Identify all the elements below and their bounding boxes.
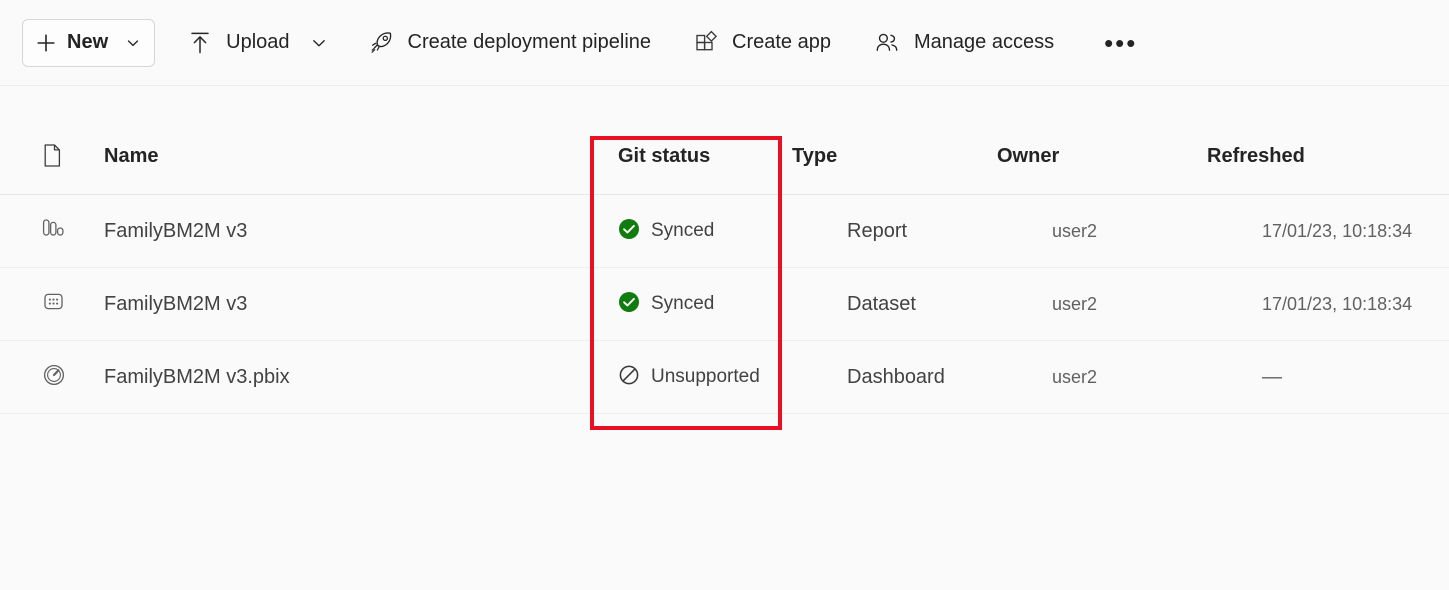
row-name[interactable]: FamilyBM2M v3.pbix [104,366,590,389]
row-owner: user2 [997,294,1207,315]
upload-button-label: Upload [226,31,289,54]
people-icon [873,30,901,56]
new-button-label: New [67,31,108,54]
create-deployment-pipeline-label: Create deployment pipeline [408,31,652,54]
row-item-icon [0,362,104,393]
row-name[interactable]: FamilyBM2M v3 [104,220,590,243]
app-grid-icon [693,30,719,56]
git-status-label: Synced [651,220,714,242]
table-header-row: Name Git status Type Owner Refreshed [0,86,1449,195]
row-type: Dataset [787,293,997,316]
items-table: Name Git status Type Owner Refreshed [0,86,1449,414]
row-owner: user2 [997,367,1207,388]
rocket-icon [369,30,395,56]
column-header-name[interactable]: Name [104,145,590,168]
create-app-button[interactable]: Create app [689,21,835,65]
row-git-status: Synced [590,218,787,245]
upload-arrow-icon [187,30,213,56]
table-row[interactable]: FamilyBM2M v3 Synced Report user2 [0,195,1449,268]
upload-button[interactable]: Upload [183,21,330,65]
column-header-git-status[interactable]: Git status [590,145,787,168]
row-type: Report [787,220,997,243]
row-item-icon [0,289,104,319]
table-row[interactable]: FamilyBM2M v3 Synced Dataset user2 [0,268,1449,341]
more-horizontal-icon[interactable]: ••• [1096,23,1145,63]
git-status-label: Unsupported [651,366,760,388]
row-git-status: Unsupported [590,364,787,391]
checkmark-circle-filled-icon [618,291,640,318]
row-git-status: Synced [590,291,787,318]
dashboard-gauge-icon [41,362,67,393]
new-button[interactable]: New [22,19,155,67]
row-item-icon [0,216,104,246]
manage-access-label: Manage access [914,31,1054,54]
manage-access-button[interactable]: Manage access [869,21,1058,65]
chevron-down-icon[interactable] [311,35,327,51]
row-type: Dashboard [787,366,997,389]
chevron-down-icon[interactable] [126,36,140,50]
row-name[interactable]: FamilyBM2M v3 [104,293,590,316]
power-bi-workspace-content: New Upload [0,0,1449,590]
create-app-label: Create app [732,31,831,54]
column-header-owner[interactable]: Owner [997,145,1207,168]
create-deployment-pipeline-button[interactable]: Create deployment pipeline [365,21,656,65]
git-status-label: Synced [651,293,714,315]
row-refreshed: 17/01/23, 10:18:34 [1207,221,1449,242]
dataset-icon [41,289,66,319]
plus-icon [35,32,57,54]
column-header-type[interactable]: Type [787,145,997,168]
checkmark-circle-filled-icon [618,218,640,245]
row-owner: user2 [997,221,1207,242]
row-refreshed: 17/01/23, 10:18:34 [1207,294,1449,315]
column-header-icon [0,143,104,168]
file-icon [41,143,64,168]
row-refreshed: — [1207,366,1449,389]
report-bars-icon [41,216,68,246]
prohibited-circle-icon [618,364,640,391]
column-header-refreshed[interactable]: Refreshed [1207,145,1449,168]
table-row[interactable]: FamilyBM2M v3.pbix Unsupported Dashboard [0,341,1449,414]
workspace-toolbar: New Upload [0,0,1449,86]
